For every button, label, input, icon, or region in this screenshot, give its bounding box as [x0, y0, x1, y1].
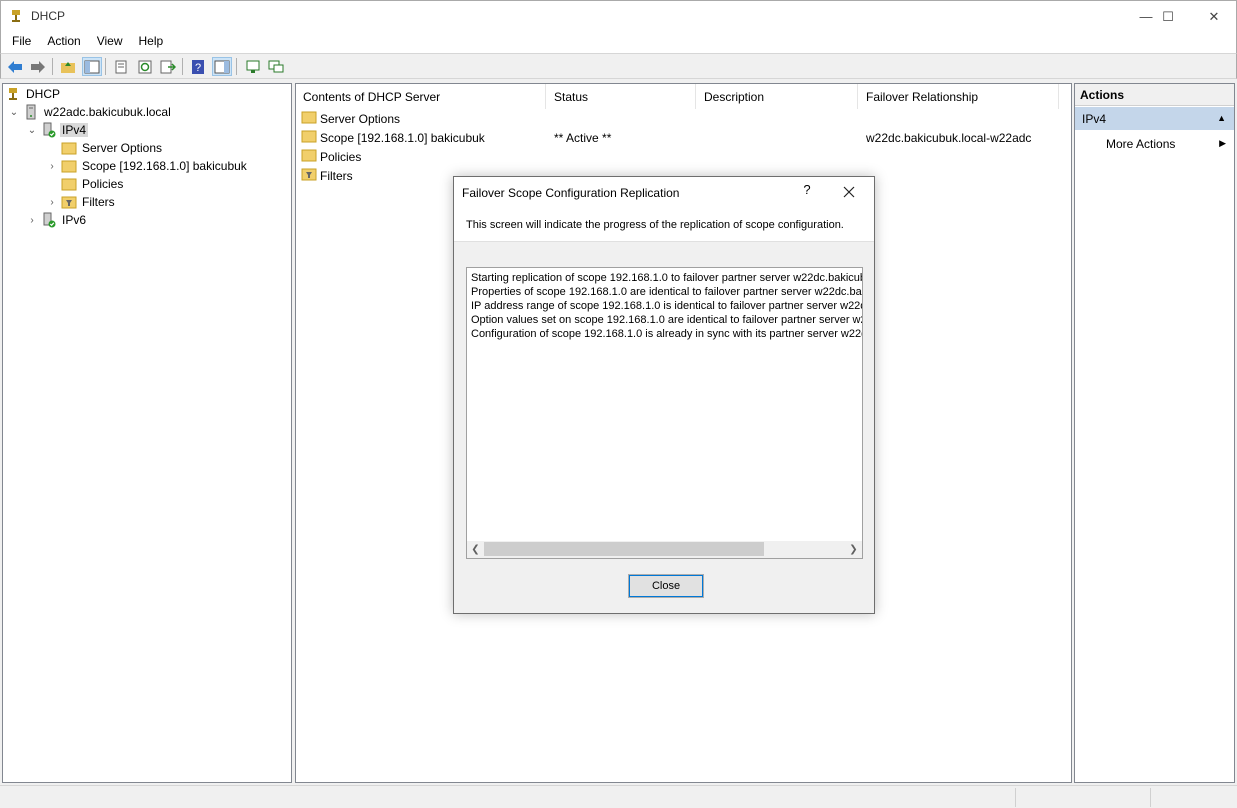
- tree-label: Filters: [82, 195, 115, 209]
- tree-item-filters[interactable]: › Filters: [47, 193, 117, 211]
- collapse-icon[interactable]: ⌄: [9, 107, 19, 118]
- folder-icon: [61, 158, 77, 174]
- show-hide-tree-icon[interactable]: [82, 57, 102, 76]
- menu-action[interactable]: Action: [39, 31, 88, 53]
- close-window-button[interactable]: ✕: [1191, 1, 1237, 32]
- help-icon[interactable]: ?: [188, 57, 208, 76]
- up-folder-icon[interactable]: [58, 57, 78, 76]
- more-actions-label: More Actions: [1106, 137, 1176, 151]
- server-icon: [23, 104, 39, 120]
- tree-item-scope[interactable]: › Scope [192.168.1.0] bakicubuk: [47, 157, 249, 175]
- tree-item-server-options[interactable]: Server Options: [61, 139, 164, 157]
- filter-icon: [61, 194, 77, 210]
- tree-item-ipv6[interactable]: › IPv6: [27, 211, 88, 229]
- toolbar: ?: [0, 53, 1237, 79]
- folder-icon: [61, 140, 77, 156]
- collapse-up-icon[interactable]: ▲: [1217, 113, 1226, 123]
- item-status: ** Active **: [554, 130, 612, 145]
- refresh-icon[interactable]: [135, 57, 155, 76]
- column-header-contents[interactable]: Contents of DHCP Server: [296, 84, 546, 109]
- menu-bar: File Action View Help: [0, 31, 1237, 53]
- export-list-icon[interactable]: [158, 57, 178, 76]
- list-item[interactable]: Server Options: [301, 109, 400, 128]
- tree-label: Policies: [82, 177, 124, 191]
- folder-icon: [301, 110, 317, 127]
- actions-section-ipv4[interactable]: IPv4 ▲: [1075, 107, 1234, 130]
- actions-header: Actions: [1075, 84, 1234, 106]
- log-line: IP address range of scope 192.168.1.0 is…: [471, 300, 862, 312]
- item-name: Server Options: [320, 111, 401, 126]
- expand-icon[interactable]: ›: [27, 215, 37, 226]
- list-item[interactable]: Scope [192.168.1.0] bakicubuk: [301, 128, 485, 147]
- dhcp-icon: [5, 86, 21, 102]
- list-item[interactable]: Policies: [301, 147, 361, 166]
- scroll-thumb[interactable]: [484, 542, 764, 556]
- list-item[interactable]: Filters: [301, 166, 353, 185]
- expand-icon[interactable]: ›: [47, 161, 57, 172]
- failover-replication-dialog: Failover Scope Configuration Replication…: [453, 176, 875, 614]
- dialog-title: Failover Scope Configuration Replication: [462, 186, 680, 200]
- tree-item-ipv4[interactable]: ⌄ IPv4: [27, 121, 89, 139]
- more-actions-item[interactable]: More Actions ▶: [1075, 134, 1234, 154]
- forward-icon[interactable]: [28, 57, 48, 76]
- menu-view[interactable]: View: [89, 31, 131, 53]
- svg-text:?: ?: [195, 62, 201, 74]
- scroll-left-icon[interactable]: ❮: [467, 542, 484, 557]
- log-line: Starting replication of scope 192.168.1.…: [471, 272, 863, 284]
- actions-section-label: IPv4: [1082, 112, 1107, 126]
- back-icon[interactable]: [5, 57, 25, 76]
- menu-file[interactable]: File: [4, 31, 39, 53]
- column-header-failover[interactable]: Failover Relationship: [859, 84, 1059, 109]
- maximize-button[interactable]: ☐: [1145, 1, 1191, 32]
- tree-label: Scope [192.168.1.0] bakicubuk: [82, 159, 247, 173]
- status-bar: [0, 785, 1237, 808]
- close-icon[interactable]: [837, 181, 861, 203]
- tree-label: IPv4: [60, 123, 89, 137]
- tree-item-dhcp[interactable]: DHCP: [5, 85, 62, 103]
- tree-label: w22adc.bakicubuk.local: [44, 105, 171, 119]
- submenu-arrow-icon: ▶: [1219, 138, 1226, 148]
- tree-label: DHCP: [26, 87, 61, 101]
- tree-item-server[interactable]: ⌄ w22adc.bakicubuk.local: [9, 103, 173, 121]
- log-line: Configuration of scope 192.168.1.0 is al…: [471, 328, 862, 340]
- column-header-status[interactable]: Status: [547, 84, 696, 109]
- add-server-icon[interactable]: [266, 57, 286, 76]
- window-title: DHCP: [31, 9, 66, 23]
- folder-icon: [301, 148, 317, 165]
- item-name: Filters: [320, 168, 353, 183]
- collapse-icon[interactable]: ⌄: [27, 125, 37, 136]
- menu-help[interactable]: Help: [131, 31, 172, 53]
- replication-log[interactable]: Starting replication of scope 192.168.1.…: [466, 267, 863, 559]
- title-bar: DHCP — ☐ ✕: [0, 0, 1237, 31]
- help-button[interactable]: ?: [797, 182, 817, 202]
- item-name: Policies: [320, 149, 362, 164]
- close-button[interactable]: Close: [628, 574, 704, 598]
- tree-item-policies[interactable]: Policies: [61, 175, 125, 193]
- column-header-description[interactable]: Description: [697, 84, 858, 109]
- folder-icon: [301, 129, 317, 146]
- console-tree: DHCP ⌄ w22adc.bakicubuk.local ⌄ IPv4 Ser…: [2, 83, 292, 783]
- folder-icon: [61, 176, 77, 192]
- tree-label: IPv6: [62, 213, 87, 227]
- properties-icon[interactable]: [111, 57, 131, 76]
- dialog-description: This screen will indicate the progress o…: [466, 219, 844, 231]
- server-icon[interactable]: [243, 57, 263, 76]
- show-hide-action-pane-icon[interactable]: [212, 57, 232, 76]
- dialog-title-bar: Failover Scope Configuration Replication…: [454, 177, 874, 207]
- log-line: Properties of scope 192.168.1.0 are iden…: [471, 286, 862, 298]
- item-failover: w22dc.bakicubuk.local-w22adc: [866, 130, 1032, 145]
- dhcp-app-icon: [12, 10, 20, 22]
- expand-icon[interactable]: ›: [47, 197, 57, 208]
- horizontal-scrollbar[interactable]: ❮ ❯: [467, 541, 862, 558]
- ipv6-icon: [41, 212, 57, 228]
- tree-label: Server Options: [82, 141, 163, 155]
- item-name: Scope [192.168.1.0] bakicubuk: [320, 130, 485, 145]
- scroll-right-icon[interactable]: ❯: [845, 542, 862, 557]
- actions-pane: Actions IPv4 ▲ More Actions ▶: [1074, 83, 1235, 783]
- log-line: Option values set on scope 192.168.1.0 a…: [471, 314, 862, 326]
- ipv4-icon: [41, 122, 57, 138]
- filter-icon: [301, 167, 317, 184]
